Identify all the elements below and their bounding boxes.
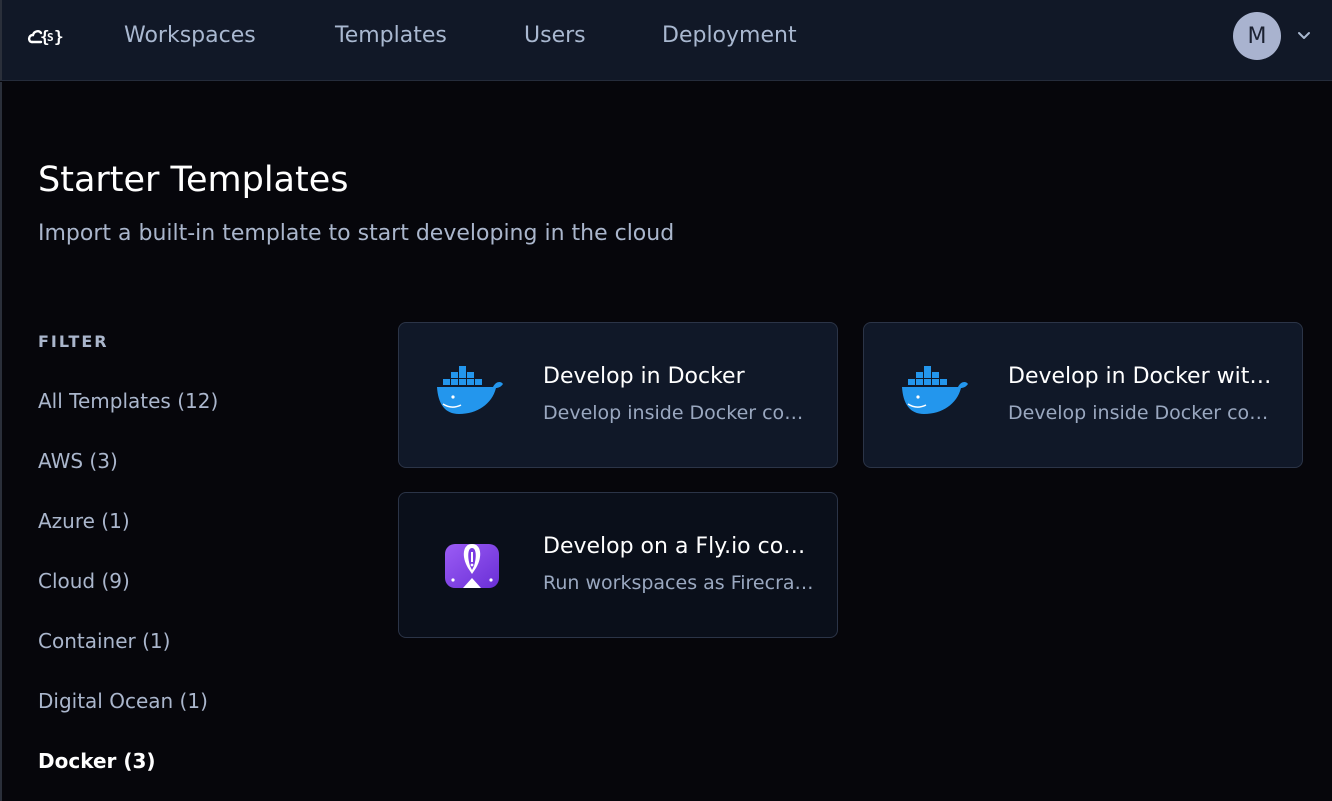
template-description: Develop inside Docker containers using y… [1008, 402, 1280, 424]
template-title: Develop on a Fly.io container [543, 534, 815, 559]
docker-icon [437, 366, 503, 414]
template-card-docker[interactable]: Develop in Docker Develop inside Docker … [398, 322, 838, 468]
page-subtitle: Import a built-in template to start deve… [38, 221, 675, 246]
docker-icon [902, 366, 968, 414]
template-card-flyio[interactable]: Develop on a Fly.io container Run worksp… [398, 492, 838, 638]
user-avatar[interactable]: M [1233, 12, 1281, 60]
svg-text:S: S [47, 31, 54, 44]
template-title: Develop in Docker with a dotfiles URL [1008, 364, 1280, 389]
template-description: Run workspaces as Firecracker VMs on Fly… [543, 572, 815, 594]
filter-cloud[interactable]: Cloud (9) [38, 568, 130, 594]
nav-deployment[interactable]: Deployment [662, 22, 797, 50]
template-title: Develop in Docker [543, 364, 745, 389]
coder-logo-icon[interactable]: { S } [26, 20, 66, 52]
svg-text:}: } [54, 27, 64, 46]
page-title: Starter Templates [38, 160, 349, 200]
filter-digital-ocean[interactable]: Digital Ocean (1) [38, 688, 208, 714]
nav-workspaces[interactable]: Workspaces [124, 22, 256, 50]
filter-all-templates[interactable]: All Templates (12) [38, 388, 218, 414]
nav-users[interactable]: Users [524, 22, 586, 50]
template-card-docker-dotfiles[interactable]: Develop in Docker with a dotfiles URL De… [863, 322, 1303, 468]
filter-docker[interactable]: Docker (3) [38, 748, 156, 774]
chevron-down-icon[interactable] [1295, 26, 1313, 44]
nav-templates[interactable]: Templates [335, 22, 447, 50]
template-description: Develop inside Docker containers using y… [543, 402, 815, 424]
filter-aws[interactable]: AWS (3) [38, 448, 118, 474]
flyio-icon [445, 544, 499, 588]
filter-azure[interactable]: Azure (1) [38, 508, 130, 534]
avatar-initial: M [1247, 23, 1267, 49]
top-navbar: { S } Workspaces Templates Users Deploym… [0, 0, 1332, 81]
filter-container[interactable]: Container (1) [38, 628, 170, 654]
filter-heading: FILTER [38, 332, 109, 351]
